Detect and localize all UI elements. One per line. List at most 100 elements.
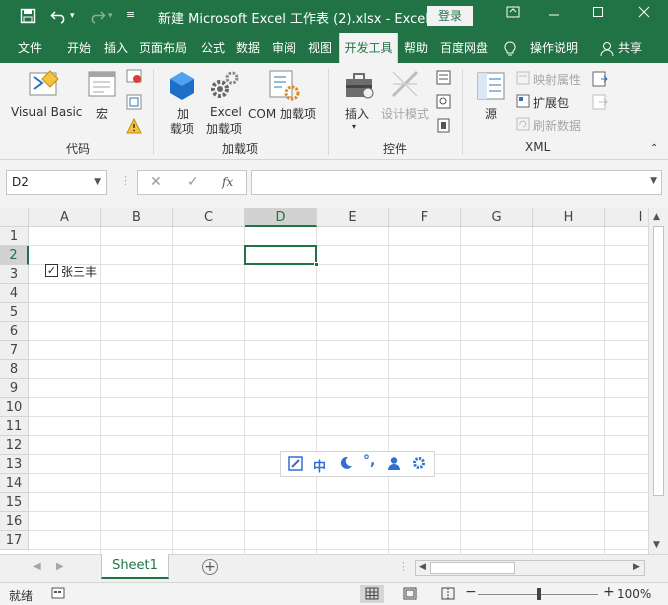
tab-data[interactable]: 数据 bbox=[236, 33, 260, 63]
xml-export-icon[interactable] bbox=[592, 94, 608, 113]
map-properties-icon[interactable] bbox=[516, 71, 530, 88]
worksheet-grid[interactable]: ABCDEFGHI 1 2 3 4 5 6 7 8 9 10 11 12 13 14 15 16 17 ✓ 张三… bbox=[0, 208, 648, 554]
row-header-4[interactable]: 4 bbox=[0, 284, 29, 303]
cancel-entry-icon[interactable]: ✕ bbox=[150, 174, 162, 190]
zoom-level[interactable]: 100% bbox=[617, 587, 651, 601]
excel-addins-button-line2[interactable]: 加载项 bbox=[206, 120, 242, 137]
column-header-e[interactable]: E bbox=[317, 208, 389, 227]
confirm-entry-icon[interactable]: ✓ bbox=[187, 174, 199, 190]
tab-developer[interactable]: 开发工具 bbox=[339, 33, 398, 65]
xml-source-button[interactable]: 源 bbox=[485, 105, 497, 122]
tab-home[interactable]: 开始 bbox=[67, 33, 91, 63]
tab-formulas[interactable]: 公式 bbox=[201, 33, 225, 63]
row-header-11[interactable]: 11 bbox=[0, 417, 29, 436]
column-header-g[interactable]: G bbox=[461, 208, 533, 227]
view-code-icon[interactable] bbox=[436, 94, 451, 112]
row-header-7[interactable]: 7 bbox=[0, 341, 29, 360]
row-header-17[interactable]: 17 bbox=[0, 531, 29, 550]
column-header-b[interactable]: B bbox=[101, 208, 173, 227]
insert-control-dropdown-icon[interactable]: ▾ bbox=[352, 122, 356, 131]
tab-view[interactable]: 视图 bbox=[308, 33, 332, 63]
ime-settings-gear-icon[interactable] bbox=[412, 456, 426, 474]
tab-file[interactable]: 文件 bbox=[18, 33, 42, 63]
macro-record-status-icon[interactable] bbox=[51, 586, 65, 603]
column-header-a[interactable]: A bbox=[29, 208, 101, 227]
save-icon[interactable] bbox=[20, 8, 36, 28]
design-mode-button[interactable]: 设计模式 bbox=[381, 105, 429, 122]
tab-page-layout[interactable]: 页面布局 bbox=[139, 33, 187, 63]
com-addins-button[interactable]: COM 加载项 bbox=[248, 105, 316, 122]
relative-reference-icon[interactable] bbox=[126, 94, 142, 113]
row-header-13[interactable]: 13 bbox=[0, 455, 29, 474]
page-break-preview-icon[interactable] bbox=[436, 585, 460, 603]
scroll-up-icon[interactable]: ▲ bbox=[653, 212, 660, 222]
collapse-ribbon-icon[interactable]: ⌃ bbox=[650, 143, 658, 154]
refresh-data-button[interactable]: 刷新数据 bbox=[533, 117, 581, 134]
scroll-left-icon[interactable]: ◀ bbox=[419, 562, 426, 572]
excel-addins-gear-icon[interactable] bbox=[210, 69, 240, 104]
tab-splitter-icon[interactable]: ⋮ bbox=[398, 560, 409, 573]
redo-icon[interactable] bbox=[88, 8, 106, 28]
normal-view-icon[interactable] bbox=[360, 585, 384, 603]
com-addins-icon[interactable] bbox=[268, 69, 300, 104]
undo-icon[interactable] bbox=[50, 8, 68, 28]
macro-icon[interactable] bbox=[88, 71, 116, 102]
zoom-in-button[interactable]: + bbox=[603, 584, 615, 600]
insert-control-button[interactable]: 插入 bbox=[345, 105, 369, 122]
row-header-12[interactable]: 12 bbox=[0, 436, 29, 455]
ime-halfwidth-moon-icon[interactable] bbox=[339, 456, 353, 474]
record-macro-icon[interactable] bbox=[126, 69, 142, 88]
visual-basic-icon[interactable] bbox=[28, 69, 60, 102]
control-properties-icon[interactable] bbox=[436, 70, 451, 88]
ime-user-icon[interactable] bbox=[387, 456, 401, 474]
tell-me-search[interactable]: 操作说明 bbox=[530, 33, 578, 63]
vertical-scroll-thumb[interactable] bbox=[653, 226, 664, 496]
undo-dropdown-icon[interactable]: ▾ bbox=[70, 11, 75, 21]
ribbon-display-options-icon[interactable] bbox=[506, 5, 520, 23]
insert-control-toolbox-icon[interactable] bbox=[344, 71, 374, 104]
design-mode-icon[interactable] bbox=[390, 69, 420, 104]
scroll-right-icon[interactable]: ▶ bbox=[633, 562, 640, 572]
horizontal-scrollbar[interactable]: ◀ ▶ bbox=[415, 560, 645, 576]
map-properties-button[interactable]: 映射属性 bbox=[533, 71, 581, 88]
ime-chinese-mode-icon[interactable]: 中 bbox=[313, 456, 326, 475]
row-header-9[interactable]: 9 bbox=[0, 379, 29, 398]
minimize-icon[interactable] bbox=[548, 5, 560, 23]
row-header-6[interactable]: 6 bbox=[0, 322, 29, 341]
insert-function-button[interactable]: fx bbox=[222, 175, 233, 189]
page-layout-view-icon[interactable] bbox=[398, 585, 422, 603]
row-header-16[interactable]: 16 bbox=[0, 512, 29, 531]
scroll-down-icon[interactable]: ▼ bbox=[653, 540, 660, 550]
fill-handle[interactable] bbox=[314, 262, 319, 267]
name-box-dropdown-icon[interactable]: ▼ bbox=[94, 171, 101, 194]
tab-baidu-netdisk[interactable]: 百度网盘 bbox=[440, 33, 488, 63]
customize-qat-icon[interactable]: ≡ bbox=[126, 8, 135, 21]
formula-bar-splitter-icon[interactable]: ⋮ bbox=[120, 174, 131, 187]
maximize-icon[interactable] bbox=[592, 5, 604, 23]
ime-punctuation-icon[interactable]: °, bbox=[363, 453, 375, 469]
column-header-f[interactable]: F bbox=[389, 208, 461, 227]
column-header-d[interactable]: D bbox=[245, 208, 317, 227]
run-dialog-icon[interactable] bbox=[436, 118, 451, 136]
active-cell-d2[interactable] bbox=[244, 245, 319, 267]
next-sheet-icon[interactable]: ▶ bbox=[56, 561, 64, 572]
formula-input[interactable]: ▼ bbox=[251, 170, 662, 195]
expansion-packs-icon[interactable] bbox=[516, 94, 530, 111]
tab-help[interactable]: 帮助 bbox=[404, 33, 428, 63]
zoom-slider-thumb[interactable] bbox=[537, 588, 541, 600]
row-header-15[interactable]: 15 bbox=[0, 493, 29, 512]
column-header-c[interactable]: C bbox=[173, 208, 245, 227]
refresh-data-icon[interactable] bbox=[516, 117, 530, 134]
expand-formula-bar-icon[interactable]: ▼ bbox=[650, 176, 657, 186]
expansion-packs-button[interactable]: 扩展包 bbox=[533, 94, 569, 111]
tab-insert[interactable]: 插入 bbox=[104, 33, 128, 63]
redo-dropdown-icon[interactable]: ▾ bbox=[108, 11, 113, 21]
row-header-8[interactable]: 8 bbox=[0, 360, 29, 379]
row-header-2[interactable]: 2 bbox=[0, 246, 29, 265]
share-button[interactable]: 共享 bbox=[618, 33, 642, 63]
close-icon[interactable] bbox=[638, 5, 650, 23]
row-header-14[interactable]: 14 bbox=[0, 474, 29, 493]
row-header-1[interactable]: 1 bbox=[0, 227, 29, 246]
sheet-tab-sheet1[interactable]: Sheet1 bbox=[101, 554, 169, 579]
checkbox-checked-icon[interactable]: ✓ bbox=[45, 264, 58, 277]
